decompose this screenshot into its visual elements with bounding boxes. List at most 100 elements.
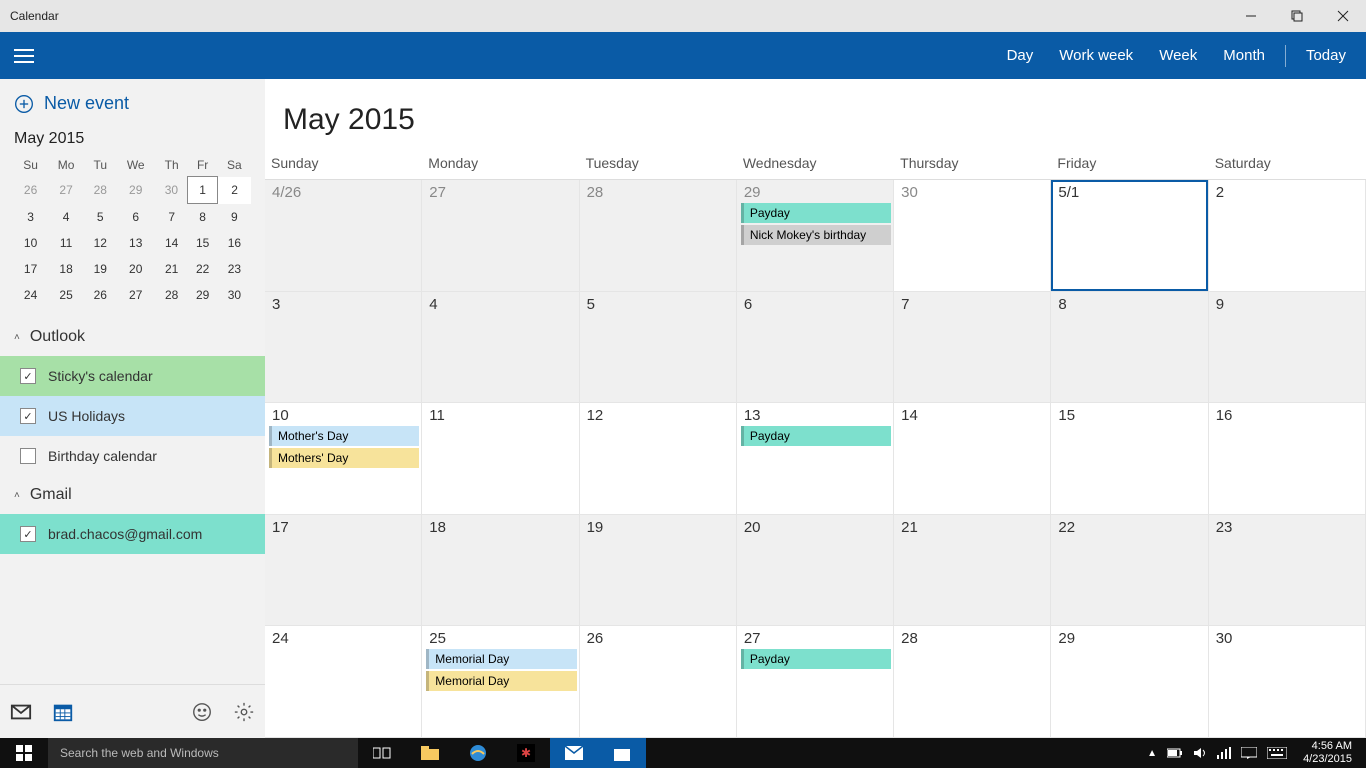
settings-icon[interactable] (233, 701, 255, 723)
event-chip[interactable]: Memorial Day (426, 649, 576, 669)
mini-day[interactable]: 2 (218, 177, 251, 204)
day-cell[interactable]: 4/26 (265, 180, 422, 292)
system-tray[interactable]: ▲ 4:56 AM 4/23/2015 (1147, 740, 1366, 766)
day-cell[interactable]: 30 (894, 180, 1051, 292)
mini-day[interactable]: 8 (188, 204, 218, 231)
taskbar-app-calendar[interactable] (598, 738, 646, 768)
day-cell[interactable]: 5/1 (1051, 180, 1208, 292)
mini-day[interactable]: 10 (14, 230, 47, 256)
mini-day[interactable]: 7 (156, 204, 188, 231)
view-month[interactable]: Month (1223, 47, 1265, 64)
day-cell[interactable]: 13Payday (737, 403, 894, 515)
volume-icon[interactable] (1193, 746, 1207, 760)
day-cell[interactable]: 16 (1209, 403, 1366, 515)
close-button[interactable] (1320, 0, 1366, 32)
taskbar-search[interactable]: Search the web and Windows (48, 738, 358, 768)
event-chip[interactable]: Mother's Day (269, 426, 419, 446)
event-chip[interactable]: Payday (741, 203, 891, 223)
taskbar-app-ie[interactable] (454, 738, 502, 768)
event-chip[interactable]: Payday (741, 426, 891, 446)
task-view-button[interactable] (358, 738, 406, 768)
battery-icon[interactable] (1167, 747, 1183, 759)
taskbar-app-mail[interactable] (550, 738, 598, 768)
taskbar-app-unknown[interactable]: ✱ (502, 738, 550, 768)
tray-chevron-icon[interactable]: ▲ (1147, 748, 1157, 759)
mini-day[interactable]: 6 (116, 204, 156, 231)
taskbar-clock[interactable]: 4:56 AM 4/23/2015 (1297, 740, 1358, 766)
mini-day[interactable]: 22 (188, 256, 218, 282)
day-cell[interactable]: 29PaydayNick Mokey's birthday (737, 180, 894, 292)
day-cell[interactable]: 6 (737, 292, 894, 404)
mini-day[interactable]: 30 (156, 177, 188, 204)
action-center-icon[interactable] (1241, 747, 1257, 759)
keyboard-icon[interactable] (1267, 747, 1287, 759)
mini-day[interactable]: 26 (85, 282, 116, 308)
mini-day[interactable]: 25 (47, 282, 85, 308)
new-event-button[interactable]: New event (0, 79, 265, 122)
day-cell[interactable]: 5 (580, 292, 737, 404)
minimize-button[interactable] (1228, 0, 1274, 32)
mini-day[interactable]: 13 (116, 230, 156, 256)
event-chip[interactable]: Payday (741, 649, 891, 669)
checkbox-icon[interactable]: ✓ (20, 526, 36, 542)
day-cell[interactable]: 14 (894, 403, 1051, 515)
calendar-item-sticky[interactable]: ✓ Sticky's calendar (0, 356, 265, 396)
mini-day[interactable]: 19 (85, 256, 116, 282)
calendar-item-birthday[interactable]: Birthday calendar (0, 436, 265, 476)
mini-day[interactable]: 27 (47, 177, 85, 204)
calendar-group-outlook[interactable]: ˄ Outlook (0, 318, 265, 356)
calendar-icon[interactable] (52, 701, 74, 723)
checkbox-icon[interactable] (20, 448, 36, 464)
mini-calendar[interactable]: May 2015 SuMoTuWeThFrSa 2627282930123456… (0, 122, 265, 318)
view-week[interactable]: Week (1159, 47, 1197, 64)
mini-day[interactable]: 29 (116, 177, 156, 204)
day-cell[interactable]: 28 (580, 180, 737, 292)
mini-day[interactable]: 15 (188, 230, 218, 256)
day-cell[interactable]: 20 (737, 515, 894, 627)
mini-day[interactable]: 5 (85, 204, 116, 231)
day-cell[interactable]: 22 (1051, 515, 1208, 627)
mini-day[interactable]: 29 (188, 282, 218, 308)
view-day[interactable]: Day (1007, 47, 1034, 64)
day-cell[interactable]: 7 (894, 292, 1051, 404)
day-cell[interactable]: 27Payday (737, 626, 894, 738)
day-cell[interactable]: 12 (580, 403, 737, 515)
day-cell[interactable]: 27 (422, 180, 579, 292)
day-cell[interactable]: 3 (265, 292, 422, 404)
day-cell[interactable]: 23 (1209, 515, 1366, 627)
day-cell[interactable]: 21 (894, 515, 1051, 627)
maximize-button[interactable] (1274, 0, 1320, 32)
day-cell[interactable]: 4 (422, 292, 579, 404)
mini-day[interactable]: 20 (116, 256, 156, 282)
hamburger-button[interactable] (0, 32, 265, 79)
mini-day[interactable]: 14 (156, 230, 188, 256)
day-cell[interactable]: 15 (1051, 403, 1208, 515)
mini-day[interactable]: 21 (156, 256, 188, 282)
mini-day[interactable]: 23 (218, 256, 251, 282)
mini-day[interactable]: 1 (188, 177, 218, 204)
day-cell[interactable]: 30 (1209, 626, 1366, 738)
day-cell[interactable]: 17 (265, 515, 422, 627)
taskbar-app-explorer[interactable] (406, 738, 454, 768)
day-cell[interactable]: 19 (580, 515, 737, 627)
day-cell[interactable]: 18 (422, 515, 579, 627)
event-chip[interactable]: Nick Mokey's birthday (741, 225, 891, 245)
mini-day[interactable]: 9 (218, 204, 251, 231)
checkbox-icon[interactable]: ✓ (20, 368, 36, 384)
checkbox-icon[interactable]: ✓ (20, 408, 36, 424)
calendar-item-usholidays[interactable]: ✓ US Holidays (0, 396, 265, 436)
view-today[interactable]: Today (1306, 47, 1346, 64)
day-cell[interactable]: 29 (1051, 626, 1208, 738)
day-cell[interactable]: 24 (265, 626, 422, 738)
mini-day[interactable]: 16 (218, 230, 251, 256)
day-cell[interactable]: 10Mother's DayMothers' Day (265, 403, 422, 515)
mini-day[interactable]: 28 (85, 177, 116, 204)
mini-day[interactable]: 17 (14, 256, 47, 282)
event-chip[interactable]: Memorial Day (426, 671, 576, 691)
calendar-item-gmail[interactable]: ✓ brad.chacos@gmail.com (0, 514, 265, 554)
month-grid[interactable]: 4/26272829PaydayNick Mokey's birthday305… (265, 180, 1366, 738)
wifi-icon[interactable] (1217, 747, 1231, 759)
day-cell[interactable]: 2 (1209, 180, 1366, 292)
mini-day[interactable]: 11 (47, 230, 85, 256)
mini-day[interactable]: 24 (14, 282, 47, 308)
